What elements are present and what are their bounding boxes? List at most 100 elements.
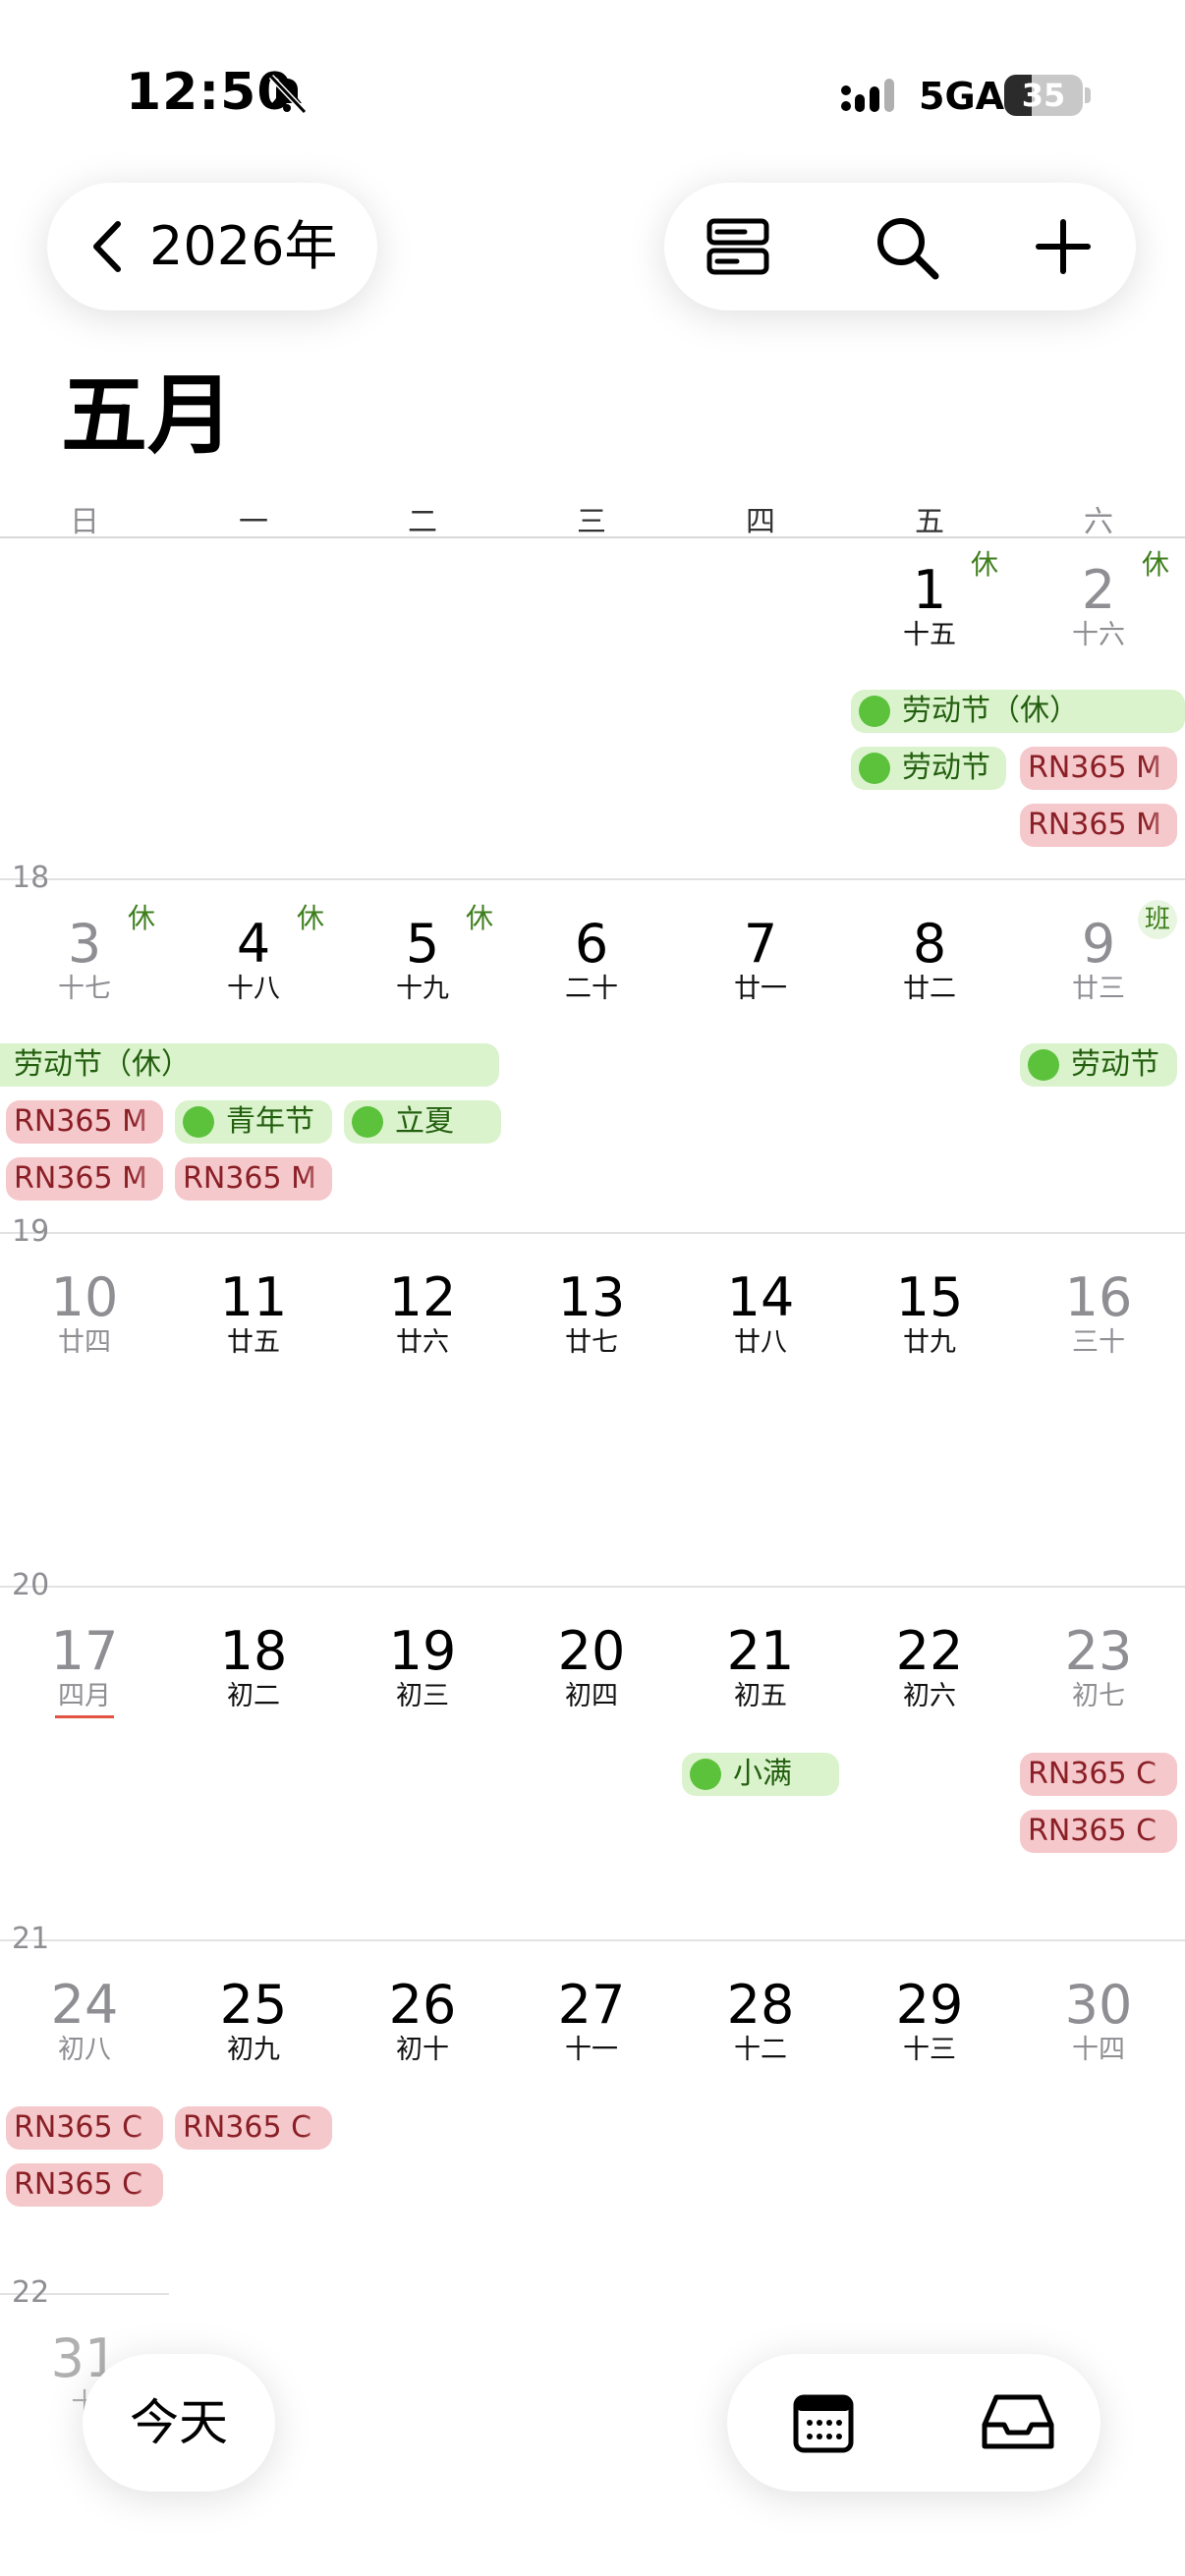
lunar-16: 三十	[1072, 1327, 1125, 1358]
back-to-year-button[interactable]: 2026年	[47, 183, 377, 310]
event-title: 劳动节	[902, 751, 990, 785]
event-title: 小满	[733, 1757, 792, 1791]
lunar-26: 初十	[396, 2035, 449, 2065]
add-event-icon[interactable]	[1035, 218, 1092, 275]
fade	[134, 2106, 163, 2150]
day-18[interactable]: 18	[169, 1619, 338, 1684]
day-21[interactable]: 21	[676, 1619, 845, 1684]
rest-tag: 休	[1142, 548, 1170, 581]
event-title: 劳动节（休）	[14, 1047, 191, 1082]
lunar-14: 廿八	[734, 1327, 787, 1358]
event-rn365[interactable]: RN365 C	[6, 2163, 163, 2207]
event-xiaoman[interactable]: 小满	[682, 1753, 839, 1796]
fade	[134, 2163, 163, 2207]
weekday-wed: 三	[577, 505, 606, 539]
day-22[interactable]: 22	[845, 1619, 1014, 1684]
month-title: 五月	[61, 364, 235, 466]
event-youth-day[interactable]: 青年节	[175, 1100, 332, 1144]
fade	[1148, 1810, 1177, 1853]
day-14[interactable]: 14	[676, 1265, 845, 1330]
fade	[303, 2106, 332, 2150]
event-rn365[interactable]: RN365 M	[6, 1157, 163, 1201]
event-rn365[interactable]: RN365 M	[1020, 747, 1177, 790]
day-27[interactable]: 27	[507, 1973, 676, 2038]
event-rn365[interactable]: RN365 C	[175, 2106, 332, 2150]
bottom-toolbar	[727, 2354, 1100, 2492]
rest-tag: 休	[466, 902, 494, 934]
day-16[interactable]: 16	[1014, 1265, 1183, 1330]
event-labor-day[interactable]: 劳动节	[1020, 1043, 1177, 1087]
event-lixia[interactable]: 立夏	[344, 1100, 501, 1144]
day-6[interactable]: 6	[507, 912, 676, 977]
lunar-22: 初六	[903, 1681, 956, 1711]
lunar-7: 廿一	[734, 974, 787, 1004]
lunar-18: 初二	[227, 1681, 280, 1711]
bell-slash-icon	[268, 74, 308, 115]
day-20[interactable]: 20	[507, 1619, 676, 1684]
day-30[interactable]: 30	[1014, 1973, 1183, 2038]
day-11[interactable]: 11	[169, 1265, 338, 1330]
event-title: RN365 C	[1028, 1814, 1157, 1848]
network-label: 5GA	[919, 75, 1005, 118]
lunar-1: 十五	[903, 620, 956, 650]
event-title: 立夏	[395, 1104, 454, 1139]
lunar-23: 初七	[1072, 1681, 1125, 1711]
week-number: 18	[12, 861, 50, 895]
star-icon	[352, 1106, 383, 1138]
day-8[interactable]: 8	[845, 912, 1014, 977]
event-rn365[interactable]: RN365 C	[1020, 1753, 1177, 1796]
weekday-sat: 六	[1084, 505, 1113, 539]
today-label: 今天	[130, 2394, 228, 2451]
lunar-2: 十六	[1072, 620, 1125, 650]
lunar-19: 初三	[396, 1681, 449, 1711]
star-icon	[1028, 1049, 1059, 1081]
day-15[interactable]: 15	[845, 1265, 1014, 1330]
lunar-3: 十七	[58, 974, 111, 1004]
workday-tag: 班	[1138, 900, 1177, 939]
lunar-9: 廿三	[1072, 974, 1125, 1004]
week-divider	[0, 1232, 1185, 1234]
day-25[interactable]: 25	[169, 1973, 338, 2038]
day-10[interactable]: 10	[0, 1265, 169, 1330]
year-label: 2026年	[149, 215, 338, 277]
day-26[interactable]: 26	[338, 1973, 507, 2038]
day-13[interactable]: 13	[507, 1265, 676, 1330]
event-title: RN365 M	[1028, 751, 1161, 785]
fade	[303, 1157, 332, 1201]
event-labor-day[interactable]: 劳动节	[851, 747, 1006, 790]
today-button[interactable]: 今天	[83, 2354, 275, 2492]
day-17[interactable]: 17	[0, 1619, 169, 1684]
search-icon[interactable]	[873, 213, 941, 282]
week-divider	[0, 878, 1185, 880]
week-number: 20	[12, 1568, 50, 1602]
day-29[interactable]: 29	[845, 1973, 1014, 2038]
weekday-mon: 一	[239, 505, 268, 539]
rest-tag: 休	[128, 902, 156, 934]
battery-percentage: 35	[1021, 77, 1066, 114]
day-19[interactable]: 19	[338, 1619, 507, 1684]
day-12[interactable]: 12	[338, 1265, 507, 1330]
calendars-icon[interactable]	[792, 2391, 855, 2454]
event-rn365[interactable]: RN365 M	[6, 1100, 163, 1144]
lunar-27: 十一	[565, 2035, 618, 2065]
day-28[interactable]: 28	[676, 1973, 845, 2038]
inbox-icon[interactable]	[981, 2391, 1055, 2452]
event-labor-day-off[interactable]: 劳动节（休）	[851, 690, 1185, 733]
event-labor-day-off[interactable]: 劳动节（休）	[0, 1043, 499, 1087]
day-23[interactable]: 23	[1014, 1619, 1183, 1684]
day-7[interactable]: 7	[676, 912, 845, 977]
week-number: 22	[12, 2275, 50, 2310]
event-title: RN365 C	[14, 2110, 143, 2145]
event-rn365[interactable]: RN365 M	[175, 1157, 332, 1201]
fade	[1148, 804, 1177, 847]
star-icon	[859, 696, 890, 727]
fade	[1148, 747, 1177, 790]
event-rn365[interactable]: RN365 M	[1020, 804, 1177, 847]
lunar-6: 二十	[565, 974, 618, 1004]
day-24[interactable]: 24	[0, 1973, 169, 2038]
list-view-icon[interactable]	[704, 215, 772, 278]
event-rn365[interactable]: RN365 C	[6, 2106, 163, 2150]
chevron-left-icon	[93, 221, 121, 272]
lunar-5: 十九	[396, 974, 449, 1004]
event-rn365[interactable]: RN365 C	[1020, 1810, 1177, 1853]
